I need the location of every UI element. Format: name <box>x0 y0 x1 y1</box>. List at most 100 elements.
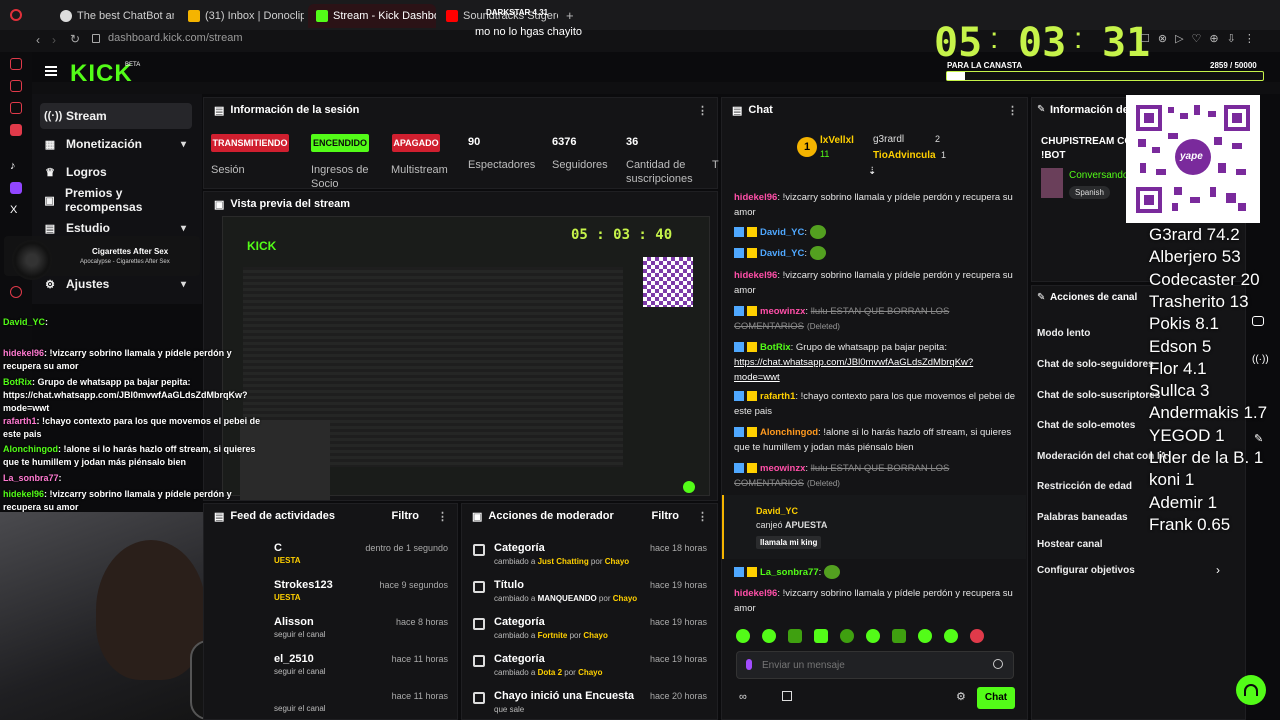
emote-icon[interactable] <box>736 629 750 643</box>
tab-kick-dashboard[interactable]: Stream - Kick Dashboard <box>308 4 436 28</box>
chat-username[interactable]: hidekel96 <box>734 270 777 281</box>
channel-action-item[interactable]: Configurar objetivos <box>1037 565 1135 576</box>
tiktok-icon[interactable]: ♪ <box>10 160 22 172</box>
url-text[interactable]: dashboard.kick.com/stream <box>108 32 243 44</box>
channel-action-item[interactable]: Chat de solo-seguidores <box>1037 359 1154 370</box>
overlay-chat-user: Alonchingod <box>3 444 58 454</box>
viewers-value: 90 <box>468 136 481 148</box>
channel-action-item[interactable]: Palabras baneadas <box>1037 512 1128 523</box>
emote-icon[interactable] <box>866 629 880 643</box>
sidebar-item-monetizacion[interactable]: ▦ Monetización ▾ <box>40 131 192 157</box>
channel-action-item[interactable]: Hostear canal <box>1037 539 1103 550</box>
chat-username[interactable]: Alonchingod <box>760 427 818 438</box>
modactions-title: Acciones de moderador <box>488 510 614 522</box>
sidebar-item-logros[interactable]: ♛ Logros <box>40 159 192 185</box>
overlay-title: DARKSTAR 4.31 <box>486 8 549 17</box>
send-chat-button[interactable]: Chat <box>977 687 1015 709</box>
emote-icon[interactable] <box>788 629 802 643</box>
redeem-reward: APUESTA <box>785 520 828 530</box>
chat-username[interactable]: David_YC <box>760 227 804 238</box>
video-icon: ▣ <box>214 198 225 211</box>
more-icon[interactable]: ⋮ <box>1007 104 1018 117</box>
rail-icon-1[interactable] <box>10 58 22 70</box>
store-icon[interactable] <box>782 691 792 701</box>
sidebar-item-premios[interactable]: ▣ Premios y recompensas <box>40 186 192 214</box>
mic-icon[interactable] <box>746 659 752 670</box>
mod-action-title: Título <box>494 579 524 591</box>
activity-title: Feed de actividades <box>230 510 335 522</box>
twitch-icon[interactable] <box>10 182 22 194</box>
browser-toolbar-icons[interactable]: ☐⊗▷♡⊕⇩⋮ <box>1140 32 1263 45</box>
emote-icon[interactable] <box>970 629 984 643</box>
category-name[interactable]: Conversando <box>1069 170 1128 181</box>
overlay-chat-user: rafarth1 <box>3 416 37 426</box>
chat-bubble-icon[interactable] <box>1252 316 1264 326</box>
emoji-icon[interactable] <box>993 659 1003 669</box>
chat-username[interactable]: rafarth1 <box>760 391 795 402</box>
browser-logo-icon[interactable] <box>10 9 22 21</box>
rail-icon-2[interactable] <box>10 80 22 92</box>
back-icon[interactable]: ‹ <box>36 33 40 47</box>
emote-icon[interactable] <box>762 629 776 643</box>
chat-username[interactable]: hidekel96 <box>734 588 777 599</box>
more-icon[interactable]: ⋮ <box>437 510 448 523</box>
stream-icon: ((·)) <box>44 110 63 122</box>
chat-username[interactable]: David_YC <box>760 248 804 259</box>
emote-icon[interactable] <box>840 629 854 643</box>
channel-action-item[interactable]: Modo lento <box>1037 328 1090 339</box>
gift-icon: ▣ <box>44 194 55 207</box>
chat-message: hidekel96: !vizcarry sobrino llamala y p… <box>734 268 1016 298</box>
emote-icon[interactable] <box>918 629 932 643</box>
rail-icon-4[interactable] <box>10 124 22 136</box>
activity-filter-button[interactable]: Filtro <box>392 510 420 522</box>
chat-username[interactable]: BotRix <box>760 342 791 353</box>
redeem-action: canjeó APUESTA <box>756 520 827 530</box>
more-icon[interactable]: ⋮ <box>697 104 708 117</box>
settings-tool-icon[interactable]: ✎ <box>1254 432 1263 445</box>
chat-username[interactable]: hidekel96 <box>734 192 777 203</box>
mod-action-by-label: por <box>562 668 579 677</box>
rail-icon-8[interactable] <box>10 286 22 298</box>
modactions-panel <box>461 503 718 720</box>
more-icon[interactable]: ⋮ <box>697 510 708 523</box>
emote-icon[interactable] <box>892 629 906 643</box>
channel-action-item[interactable]: Moderación del chat con IA <box>1037 451 1167 462</box>
emote-bar[interactable] <box>736 629 1016 645</box>
channel-action-item[interactable]: Chat de solo-suscriptores <box>1037 390 1160 401</box>
chat-link[interactable]: https://chat.whatsapp.com/JBl0mvwfAaGLds… <box>734 357 973 383</box>
gifter-line: G3rard 74.2 <box>1149 225 1240 244</box>
forward-icon[interactable]: › <box>52 33 56 47</box>
kick-logo[interactable]: KICK <box>70 60 133 88</box>
reload-icon[interactable]: ↻ <box>70 32 80 46</box>
emote-icon[interactable] <box>944 629 958 643</box>
menu-icon[interactable] <box>45 66 57 76</box>
rail-icon-3[interactable] <box>10 102 22 114</box>
chat-username[interactable]: meowinzx <box>760 463 805 474</box>
overlay-chat-user: hidekel96 <box>3 489 45 499</box>
chat-username[interactable]: La_sonbra77 <box>760 567 819 578</box>
gifter-line: Flor 4.1 <box>1149 358 1207 378</box>
chat-message-field[interactable] <box>762 656 982 674</box>
broadcast-icon[interactable]: ((·)) <box>1252 354 1269 365</box>
tab-donoclip[interactable]: (31) Inbox | Donoclip <box>180 4 304 28</box>
music-subtitle: Apocalypse - Cigarettes After Sex <box>80 259 170 265</box>
chat-settings-icon[interactable]: ⚙ <box>956 690 966 703</box>
activity-time: dentro de 1 segundo <box>365 543 448 553</box>
vinyl-icon <box>12 240 52 280</box>
tab-chatbot[interactable]: The best ChatBot and <box>52 4 174 28</box>
channel-action-item[interactable]: Restricción de edad <box>1037 481 1132 492</box>
new-tab-button[interactable]: + <box>566 8 574 23</box>
gifter-line: YEGOD 1 <box>1149 425 1225 445</box>
channel-action-item[interactable]: Chat de solo-emotes <box>1037 420 1135 431</box>
mod-action-value: Just Chatting <box>537 557 589 566</box>
emote-icon[interactable] <box>814 629 828 643</box>
sidebar-item-stream[interactable]: ((·)) Stream <box>40 103 192 129</box>
chat-username[interactable]: meowinzx <box>760 306 805 317</box>
pin-icon[interactable]: ⇣ <box>868 166 876 177</box>
category-thumb <box>1041 168 1063 198</box>
chat-tools-icon[interactable]: ∞ <box>739 691 747 703</box>
x-icon[interactable]: X <box>10 204 22 216</box>
modactions-filter-button[interactable]: Filtro <box>652 510 680 522</box>
mod-action-value: MANQUEANDO <box>537 594 597 603</box>
activity-event: UESTA <box>274 593 301 602</box>
